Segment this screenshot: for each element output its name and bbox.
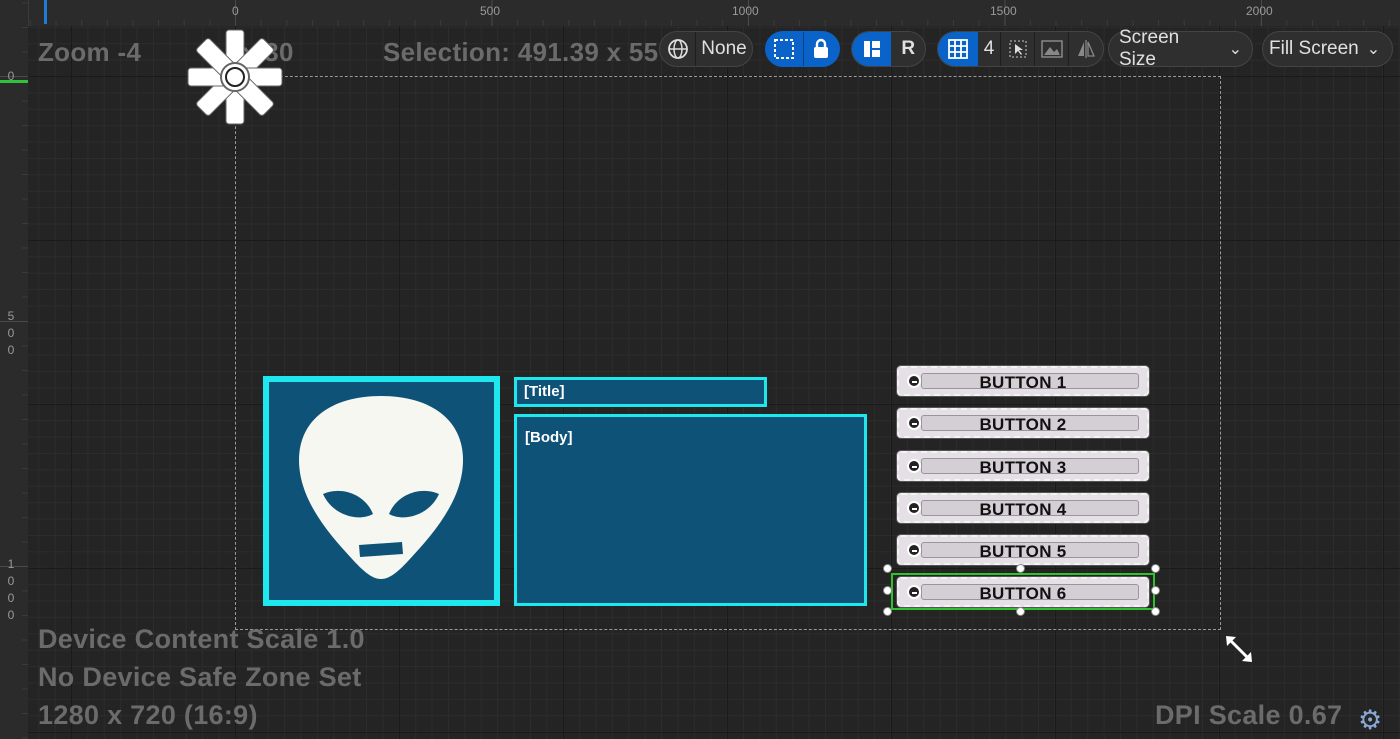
button-label: BUTTON 3 bbox=[979, 458, 1067, 477]
screen-size-label: Screen Size bbox=[1119, 27, 1180, 70]
ruler-label-0: 0 bbox=[232, 4, 239, 18]
resize-arrow-icon[interactable] bbox=[1224, 634, 1254, 664]
horizontal-ruler: 0 500 1000 1500 2000 bbox=[28, 0, 1400, 27]
vertical-ruler: 0 5 0 0 1 0 0 0 bbox=[0, 0, 29, 739]
resize-handle-ml[interactable] bbox=[883, 586, 892, 595]
ruler-label-1000: 1000 bbox=[732, 4, 759, 18]
resize-handle-bl[interactable] bbox=[883, 607, 892, 616]
ruler-y-marker bbox=[0, 80, 28, 83]
ruler-label-500: 500 bbox=[480, 4, 501, 18]
grid-icon[interactable] bbox=[938, 32, 978, 66]
respect-locks-label: R bbox=[901, 38, 916, 59]
selection-outline bbox=[891, 573, 1155, 610]
selection-lock-group[interactable] bbox=[765, 31, 840, 67]
ruler-vlabel-1000-b: 0 bbox=[7, 574, 15, 588]
localization-dropdown[interactable]: None bbox=[659, 31, 753, 67]
marquee-select-icon[interactable] bbox=[766, 32, 804, 66]
pointer-icon[interactable] bbox=[1000, 32, 1034, 66]
chevron-down-icon: ⌄ bbox=[1366, 41, 1381, 58]
grid-snap-group[interactable]: 4 bbox=[937, 31, 1104, 67]
screen-size-dropdown[interactable]: Screen Size ⌄ bbox=[1108, 27, 1253, 70]
image-icon[interactable] bbox=[1034, 32, 1068, 66]
ruler-label-2000: 2000 bbox=[1246, 4, 1273, 18]
ruler-vlabel-500-c: 0 bbox=[7, 343, 15, 357]
selection-readout: Selection: 491.39 x 55 bbox=[383, 37, 659, 67]
resize-handle-bc[interactable] bbox=[1016, 607, 1025, 616]
screen-resolution: 1280 x 720 (16:9) bbox=[38, 700, 258, 730]
gear-icon[interactable]: ⚙ bbox=[1358, 705, 1382, 736]
resize-handle-tr[interactable] bbox=[1151, 564, 1160, 573]
menu-button-4[interactable]: BUTTON 4 bbox=[897, 493, 1149, 523]
resize-handle-br[interactable] bbox=[1151, 607, 1160, 616]
button-label: BUTTON 2 bbox=[979, 415, 1067, 434]
safe-zone-status: No Device Safe Zone Set bbox=[38, 662, 362, 692]
chevron-down-icon: ⌄ bbox=[1228, 41, 1242, 58]
grid-snap-value[interactable]: 4 bbox=[978, 32, 1000, 66]
fill-screen-label: Fill Screen bbox=[1269, 38, 1359, 59]
menu-button-3[interactable]: BUTTON 3 bbox=[897, 451, 1149, 481]
alien-head-icon bbox=[299, 396, 463, 579]
respect-locks-toggle[interactable]: R bbox=[851, 31, 926, 67]
layout-icon[interactable] bbox=[852, 32, 892, 66]
flip-icon[interactable] bbox=[1068, 32, 1102, 66]
resize-handle-tl[interactable] bbox=[883, 564, 892, 573]
resize-handle-mr[interactable] bbox=[1151, 586, 1160, 595]
ruler-vlabel-1000-d: 0 bbox=[7, 608, 15, 622]
title-text-block[interactable]: [Title] bbox=[514, 377, 767, 407]
ruler-x-marker bbox=[44, 0, 47, 24]
anchor-icon[interactable] bbox=[186, 28, 284, 126]
portrait-image[interactable] bbox=[263, 376, 500, 606]
button-label: BUTTON 5 bbox=[979, 542, 1067, 561]
ruler-vlabel-500-a: 5 bbox=[7, 309, 15, 323]
device-content-scale: Device Content Scale 1.0 bbox=[38, 624, 365, 654]
ruler-label-1500: 1500 bbox=[990, 4, 1017, 18]
zoom-level: Zoom -4 bbox=[38, 37, 142, 67]
resize-handle-tc[interactable] bbox=[1016, 564, 1025, 573]
lock-icon[interactable] bbox=[804, 32, 840, 66]
button-label: BUTTON 1 bbox=[979, 373, 1067, 392]
ruler-vlabel-500-b: 0 bbox=[7, 326, 15, 340]
fill-screen-dropdown[interactable]: Fill Screen ⌄ bbox=[1262, 31, 1393, 67]
menu-button-1[interactable]: BUTTON 1 bbox=[897, 366, 1149, 396]
button-label: BUTTON 4 bbox=[979, 500, 1067, 519]
menu-button-2[interactable]: BUTTON 2 bbox=[897, 408, 1149, 438]
ruler-vlabel-1000-c: 0 bbox=[7, 591, 15, 605]
body-text-block[interactable]: [Body] bbox=[514, 414, 867, 606]
ruler-vlabel-1000-a: 1 bbox=[7, 557, 15, 571]
dpi-scale: DPI Scale 0.67 bbox=[1155, 700, 1343, 730]
localization-value: None bbox=[701, 38, 747, 59]
menu-button-5[interactable]: BUTTON 5 bbox=[897, 535, 1149, 565]
globe-icon bbox=[660, 32, 696, 66]
